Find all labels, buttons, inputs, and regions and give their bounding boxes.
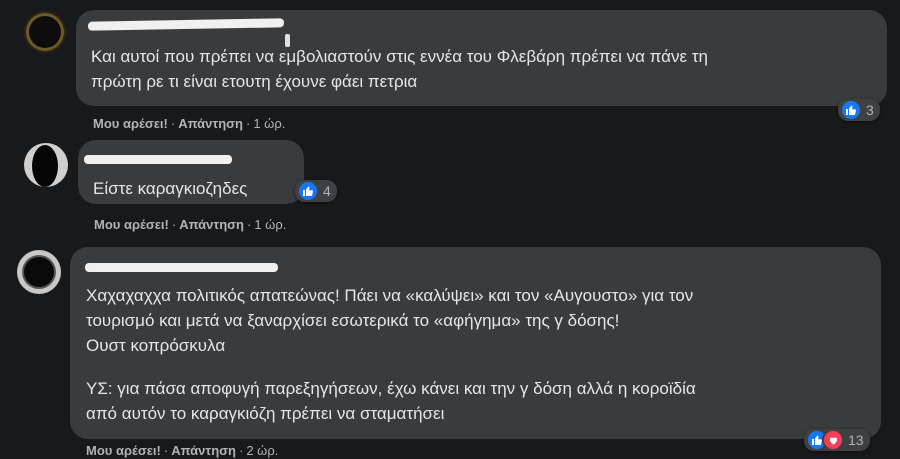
reaction-count: 3 (866, 102, 874, 118)
comment-actions: Μου αρέσει! · Απάντηση · 1 ώρ. (93, 116, 285, 131)
timestamp[interactable]: 2 ώρ. (246, 443, 278, 458)
avatar[interactable] (24, 11, 66, 53)
like-icon (297, 180, 319, 202)
separator: · (170, 116, 176, 131)
reaction-summary[interactable]: 4 (295, 180, 337, 202)
reply-link[interactable]: Απάντηση (179, 217, 244, 232)
timestamp[interactable]: 1 ώρ. (253, 116, 285, 131)
comment-actions: Μου αρέσει! · Απάντηση · 2 ώρ. (86, 443, 278, 458)
redacted-author-name (84, 155, 232, 164)
comment-text: Είστε καραγκιοζηδες (93, 179, 248, 198)
reaction-summary[interactable]: 13 (804, 429, 870, 451)
timestamp[interactable]: 1 ώρ. (254, 217, 286, 232)
comment-postscript: ΥΣ: για πάσα αποφυγή παρεξηγήσεων, έχω κ… (86, 379, 696, 423)
avatar[interactable] (17, 250, 61, 294)
comment-text: Χαχαχαχχα πολιτικός απατεώνας! Πάει να «… (86, 286, 694, 355)
heart-icon (822, 429, 844, 451)
reply-link[interactable]: Απάντηση (178, 116, 243, 131)
reaction-summary[interactable]: 3 (838, 99, 880, 121)
avatar-image (29, 16, 61, 48)
separator: · (238, 443, 244, 458)
like-link[interactable]: Μου αρέσει! (94, 217, 169, 232)
reaction-count: 4 (323, 183, 331, 199)
separator: · (163, 443, 169, 458)
like-icon (840, 99, 862, 121)
avatar-image (32, 145, 58, 187)
redacted-author-name (85, 263, 278, 272)
separator: · (246, 217, 252, 232)
avatar[interactable] (24, 143, 68, 187)
reaction-count: 13 (848, 432, 864, 448)
separator: · (245, 116, 251, 131)
avatar-image (24, 257, 54, 287)
separator: · (171, 217, 177, 232)
like-link[interactable]: Μου αρέσει! (93, 116, 168, 131)
reply-link[interactable]: Απάντηση (171, 443, 236, 458)
comment-text: Και αυτοί που πρέπει να εμβολιαστούν στι… (91, 47, 708, 91)
like-link[interactable]: Μου αρέσει! (86, 443, 161, 458)
comment-actions: Μου αρέσει! · Απάντηση · 1 ώρ. (94, 217, 286, 232)
